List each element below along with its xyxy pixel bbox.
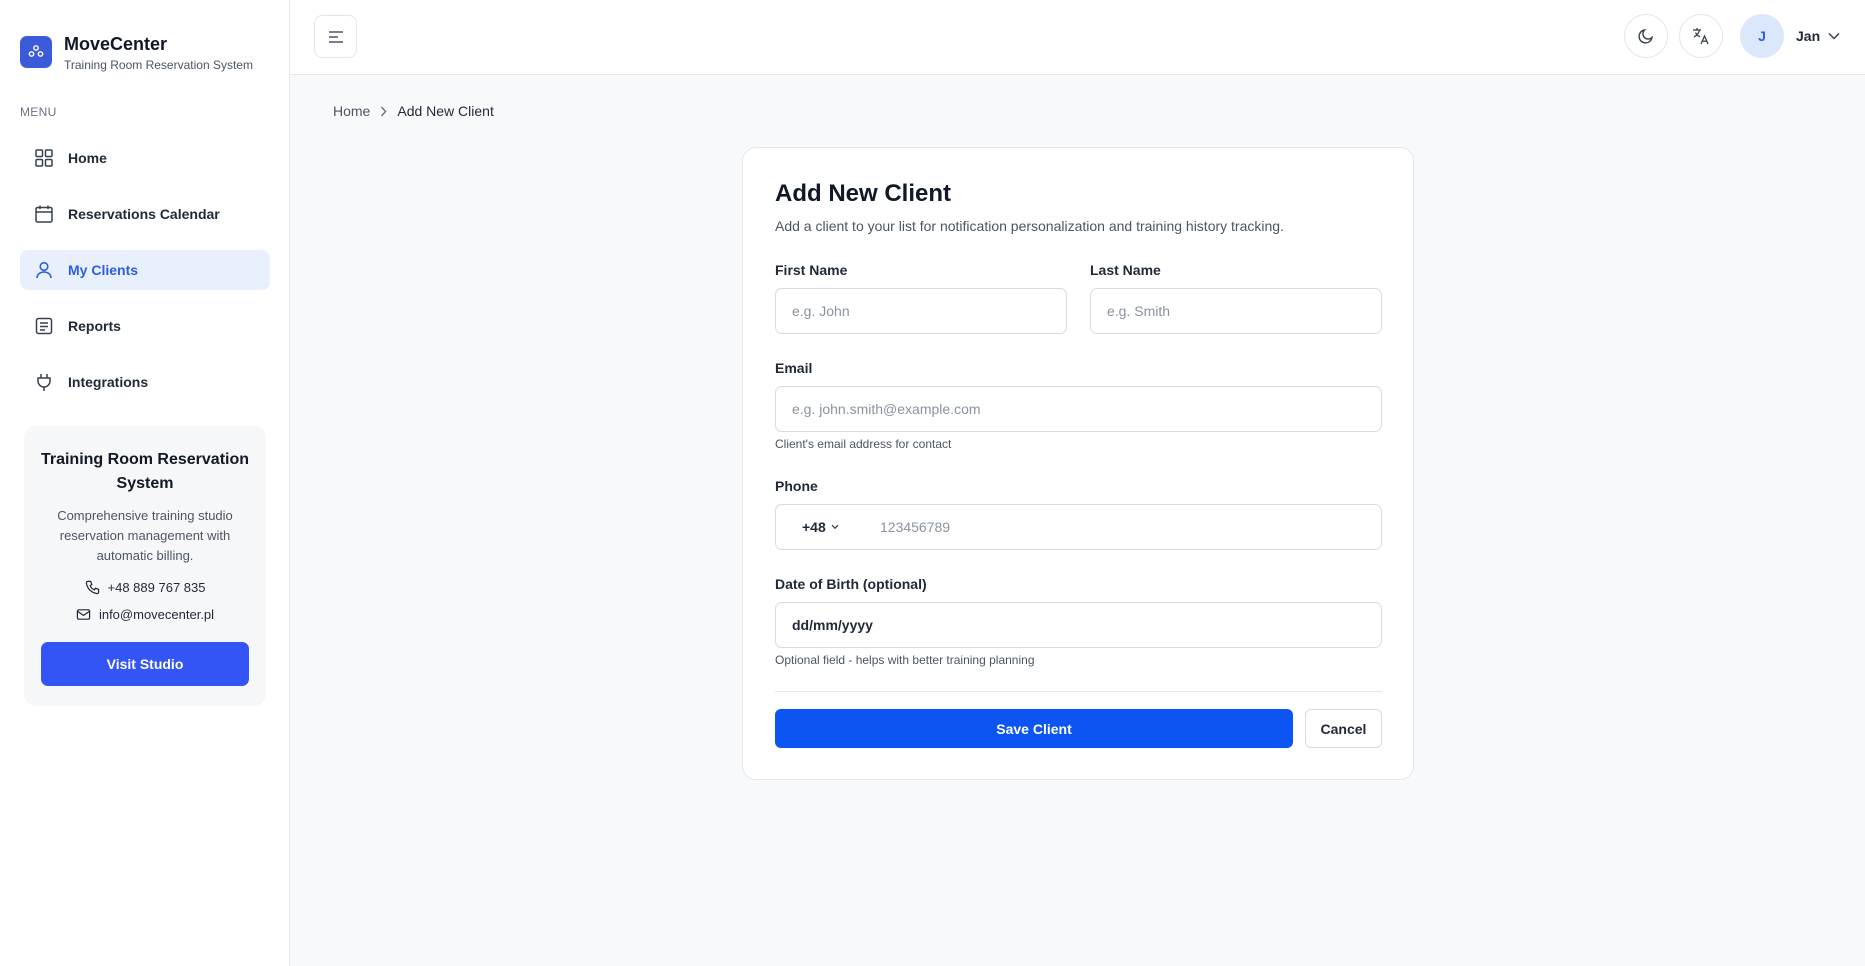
country-code-value: +48 bbox=[802, 519, 826, 535]
email-hint: Client's email address for contact bbox=[775, 437, 952, 451]
user-name: Jan bbox=[1796, 28, 1821, 44]
sidebar-item-home[interactable]: Home bbox=[20, 138, 270, 178]
last-name-label: Last Name bbox=[1090, 262, 1161, 278]
sidebar-nav: Home Reservations Calendar My Clients Re… bbox=[20, 138, 270, 418]
language-button[interactable] bbox=[1679, 14, 1723, 58]
report-icon bbox=[34, 316, 54, 336]
chevron-down-icon bbox=[1828, 32, 1840, 40]
sidebar-toggle-button[interactable] bbox=[314, 15, 357, 58]
brand-subtitle: Training Room Reservation System bbox=[64, 58, 253, 72]
first-name-input[interactable] bbox=[775, 288, 1067, 334]
sidebar-item-label: Integrations bbox=[68, 374, 149, 390]
brand-name: MoveCenter bbox=[64, 34, 168, 54]
sidebar-item-label: Home bbox=[68, 150, 107, 166]
info-card-email: info@movecenter.pl bbox=[38, 607, 252, 622]
mail-icon bbox=[76, 607, 91, 622]
top-bar: J Jan bbox=[290, 0, 1865, 75]
info-card-phone-text: +48 889 767 835 bbox=[107, 580, 206, 595]
email-input[interactable] bbox=[775, 386, 1382, 432]
info-card-email-text: info@movecenter.pl bbox=[98, 607, 215, 622]
sidebar-item-integrations[interactable]: Integrations bbox=[20, 362, 270, 402]
chevron-right-icon bbox=[380, 106, 387, 117]
dob-hint: Optional field - helps with better train… bbox=[775, 653, 1035, 667]
info-card-title: Training Room Reservation System bbox=[40, 451, 250, 492]
phone-input[interactable] bbox=[880, 506, 1370, 548]
calendar-icon bbox=[34, 204, 54, 224]
sidebar: MoveCenter Training Room Reservation Sys… bbox=[0, 0, 290, 966]
page-title: Add New Client bbox=[775, 180, 952, 207]
menu-label: MENU bbox=[20, 105, 57, 119]
theme-toggle-button[interactable] bbox=[1624, 14, 1668, 58]
page-subtitle: Add a client to your list for notificati… bbox=[775, 218, 1284, 234]
phone-field: +48 bbox=[775, 504, 1382, 550]
breadcrumb-current: Add New Client bbox=[397, 103, 494, 119]
info-card-phone: +48 889 767 835 bbox=[38, 580, 252, 595]
sidebar-item-my-clients[interactable]: My Clients bbox=[20, 250, 270, 290]
brand[interactable]: MoveCenter Training Room Reservation Sys… bbox=[20, 34, 253, 72]
cancel-button[interactable]: Cancel bbox=[1305, 709, 1382, 748]
sidebar-item-reservations-calendar[interactable]: Reservations Calendar bbox=[20, 194, 270, 234]
phone-icon bbox=[85, 580, 100, 595]
phone-label: Phone bbox=[775, 478, 818, 494]
user-menu[interactable]: Jan bbox=[1796, 28, 1840, 44]
first-name-label: First Name bbox=[775, 262, 848, 278]
moon-icon bbox=[1637, 27, 1655, 45]
sidebar-item-label: Reservations Calendar bbox=[68, 206, 220, 222]
sidebar-item-reports[interactable]: Reports bbox=[20, 306, 270, 346]
sidebar-item-label: My Clients bbox=[68, 262, 139, 278]
breadcrumb-home[interactable]: Home bbox=[333, 103, 370, 119]
grid-icon bbox=[34, 148, 54, 168]
dob-label: Date of Birth (optional) bbox=[775, 576, 927, 592]
email-label: Email bbox=[775, 360, 813, 376]
dob-input[interactable]: dd/mm/yyyy bbox=[775, 602, 1382, 648]
breadcrumb: Home Add New Client bbox=[333, 103, 494, 119]
menu-icon bbox=[327, 30, 345, 44]
avatar[interactable]: J bbox=[1740, 14, 1784, 58]
add-client-form: Add New Client Add a client to your list… bbox=[742, 147, 1414, 780]
chevron-down-icon bbox=[831, 524, 839, 530]
info-card-description: Comprehensive training studio reservatio… bbox=[57, 508, 233, 563]
save-client-button[interactable]: Save Client bbox=[775, 709, 1293, 748]
sidebar-item-label: Reports bbox=[68, 318, 121, 334]
people-icon bbox=[20, 36, 52, 68]
user-icon bbox=[34, 260, 54, 280]
plug-icon bbox=[34, 372, 54, 392]
divider bbox=[775, 691, 1382, 692]
translate-icon bbox=[1691, 26, 1711, 46]
info-card: Training Room Reservation System Compreh… bbox=[24, 426, 266, 706]
country-code-select[interactable]: +48 bbox=[802, 519, 839, 535]
last-name-input[interactable] bbox=[1090, 288, 1382, 334]
visit-studio-button[interactable]: Visit Studio bbox=[41, 642, 249, 686]
